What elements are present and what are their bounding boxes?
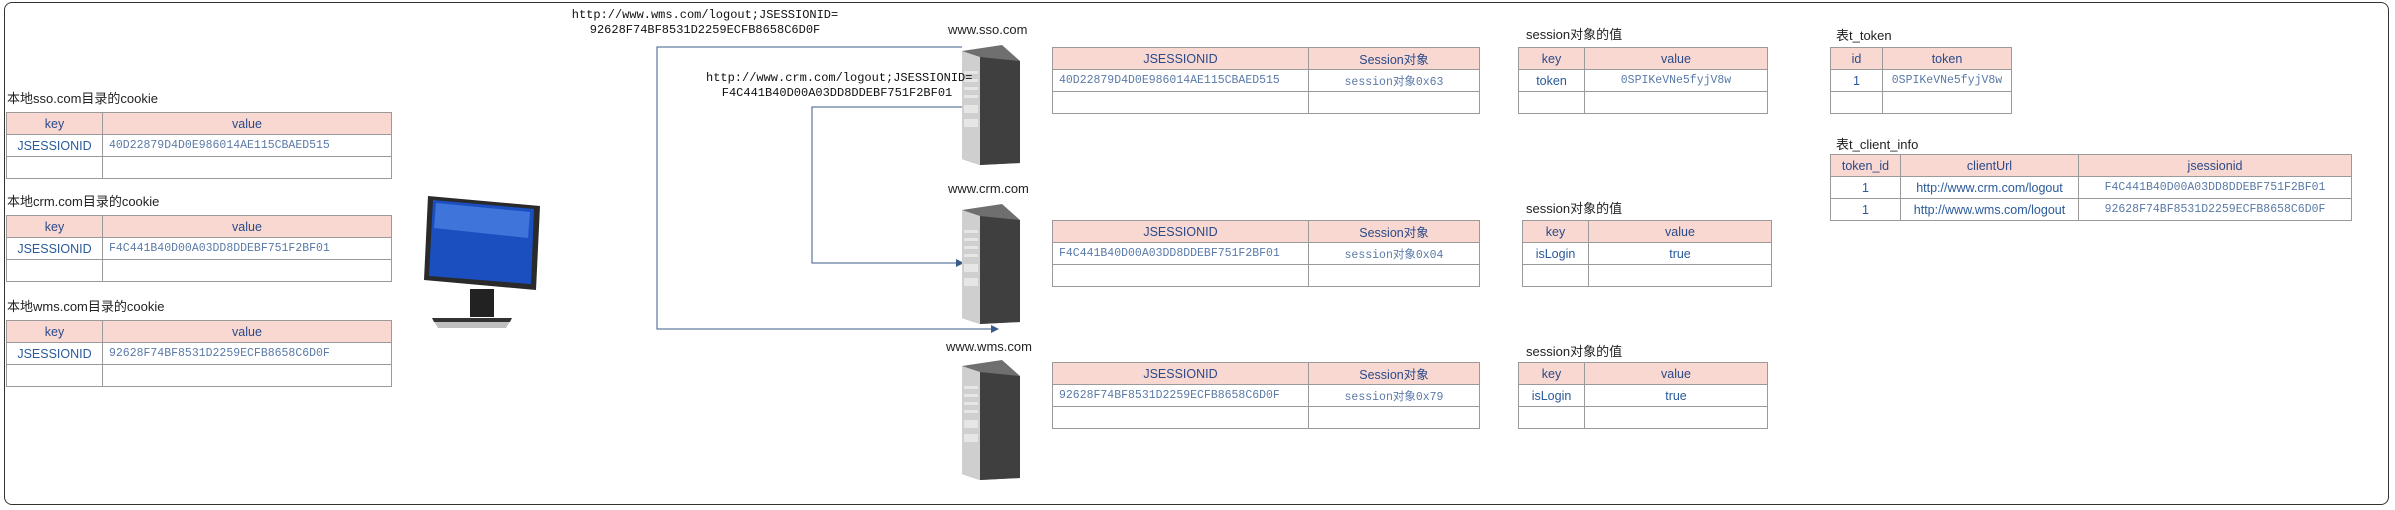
table-row [1052,91,1480,114]
table-row: JSESSIONID F4C441B40D00A03DD8DDEBF751F2BF… [6,237,392,260]
table-row [1518,91,1768,114]
table-row: 92628F74BF8531D2259ECFB8658C6D0F session对… [1052,384,1480,407]
table-row: JSESSIONID 40D22879D4D0E986014AE115CBAED5… [6,134,392,157]
table-row: 1 0SPIKeVNe5fyjV8w [1830,69,2012,92]
cookie-key-header: key [6,112,103,135]
table-row [1052,264,1480,287]
wms-logout-request-label: http://www.wms.com/logout;JSESSIONID= 92… [570,8,840,38]
crm-cookie-table: key value JSESSIONID F4C441B40D00A03DD8DDE… [6,215,392,282]
cookie-value-header: value [102,112,392,135]
table-row [1052,406,1480,429]
table-row [1522,264,1772,287]
table-row [1518,406,1768,429]
table-row [6,259,392,282]
crm-logout-jsessionid: F4C441B40D00A03DD8DDEBF751F2BF01 [721,86,953,100]
wms-cookie-table: key value JSESSIONID 92628F74BF8531D2259EC… [6,320,392,387]
crm-logout-request-label: http://www.crm.com/logout;JSESSIONID= F4… [706,71,973,101]
table-row [6,156,392,179]
table-row: 1 http://www.wms.com/logout 92628F74BF8531… [1830,198,2352,221]
wms-session-values-table: key value isLogin true [1518,362,1768,429]
sso-cookie-caption: 本地sso.com目录的cookie [7,91,158,106]
wms-session-values-caption: session对象的值 [1526,344,1623,359]
wms-cookie-caption: 本地wms.com目录的cookie [7,299,165,314]
table-row: F4C441B40D00A03DD8DDEBF751F2BF01 session对… [1052,242,1480,265]
table-row: token 0SPIKeVNe5fyjV8w [1518,69,1768,92]
t-client-info-table: token_id clientUrl jsessionid 1 http://www.… [1830,154,2352,221]
sso-cookie-table: key value JSESSIONID 40D22879D4D0E986014AE… [6,112,392,179]
table-row [6,364,392,387]
crm-session-values-caption: session对象的值 [1526,201,1623,216]
server-crm-label: www.crm.com [948,181,1029,196]
sso-session-values-caption: session对象的值 [1526,27,1623,42]
table-row: 1 http://www.crm.com/logout F4C441B40D00A0… [1830,176,2352,199]
server-wms-label: www.wms.com [946,339,1032,354]
table-row: isLogin true [1522,242,1772,265]
wms-logout-jsessionid: 92628F74BF8531D2259ECFB8658C6D0F [589,23,821,37]
diagram-canvas: http://www.wms.com/logout;JSESSIONID= 92… [0,0,2395,510]
crm-session-table: JSESSIONID Session对象 F4C441B40D00A03DD8DD… [1052,220,1480,287]
server-sso-label: www.sso.com [948,22,1028,37]
wms-session-table: JSESSIONID Session对象 92628F74BF8531D2259E… [1052,362,1480,429]
table-row [1830,91,2012,114]
table-row: isLogin true [1518,384,1768,407]
sso-session-table: JSESSIONID Session对象 40D22879D4D0E986014A… [1052,47,1480,114]
wms-logout-url: http://www.wms.com/logout;JSESSIONID= [571,8,839,22]
crm-cookie-caption: 本地crm.com目录的cookie [7,194,160,209]
t-client-info-caption: 表t_client_info [1836,137,1919,152]
crm-session-values-table: key value isLogin true [1522,220,1772,287]
table-row: 40D22879D4D0E986014AE115CBAED515 session对… [1052,69,1480,92]
sso-session-values-table: key value token 0SPIKeVNe5fyjV8w [1518,47,1768,114]
t-token-caption: 表t_token [1836,28,1892,43]
t-token-table: id token 1 0SPIKeVNe5fyjV8w [1830,47,2012,114]
table-row: JSESSIONID 92628F74BF8531D2259ECFB8658C6D… [6,342,392,365]
crm-logout-url: http://www.crm.com/logout;JSESSIONID= [706,71,973,85]
